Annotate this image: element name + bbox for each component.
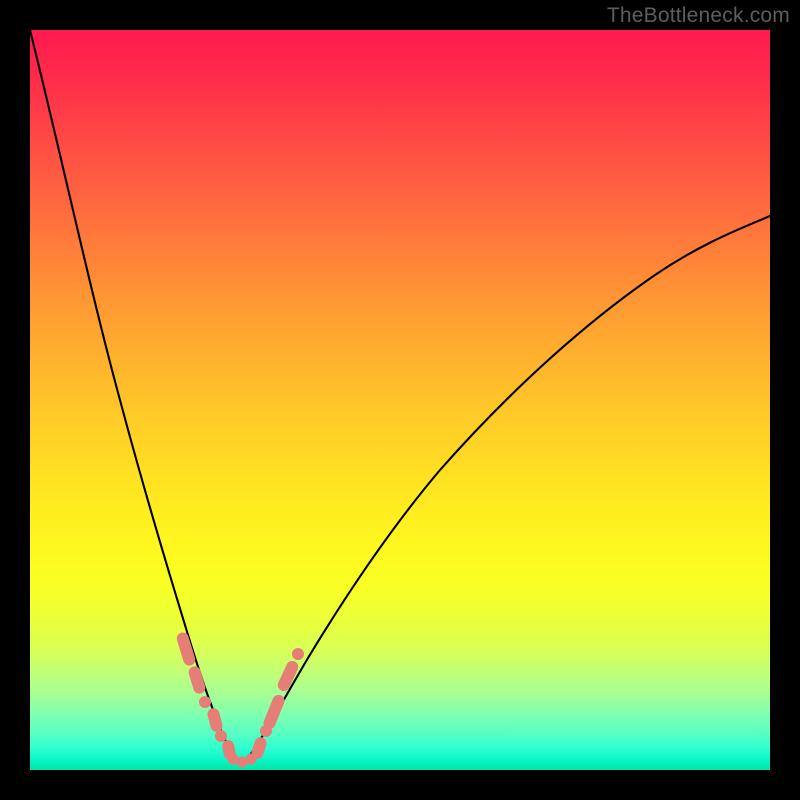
marker-segment xyxy=(262,693,287,731)
plot-area xyxy=(30,30,770,770)
chart-svg xyxy=(30,30,770,770)
marker-dot xyxy=(215,730,227,742)
curve-right-branch xyxy=(245,216,770,762)
marker-segment xyxy=(206,707,224,733)
marker-dot xyxy=(199,696,211,708)
marker-segment xyxy=(175,631,196,667)
curve-left-branch xyxy=(30,30,235,762)
chart-frame: TheBottleneck.com xyxy=(0,0,800,800)
watermark-text: TheBottleneck.com xyxy=(607,4,790,28)
marker-segment xyxy=(187,665,207,695)
marker-dot xyxy=(292,648,304,660)
